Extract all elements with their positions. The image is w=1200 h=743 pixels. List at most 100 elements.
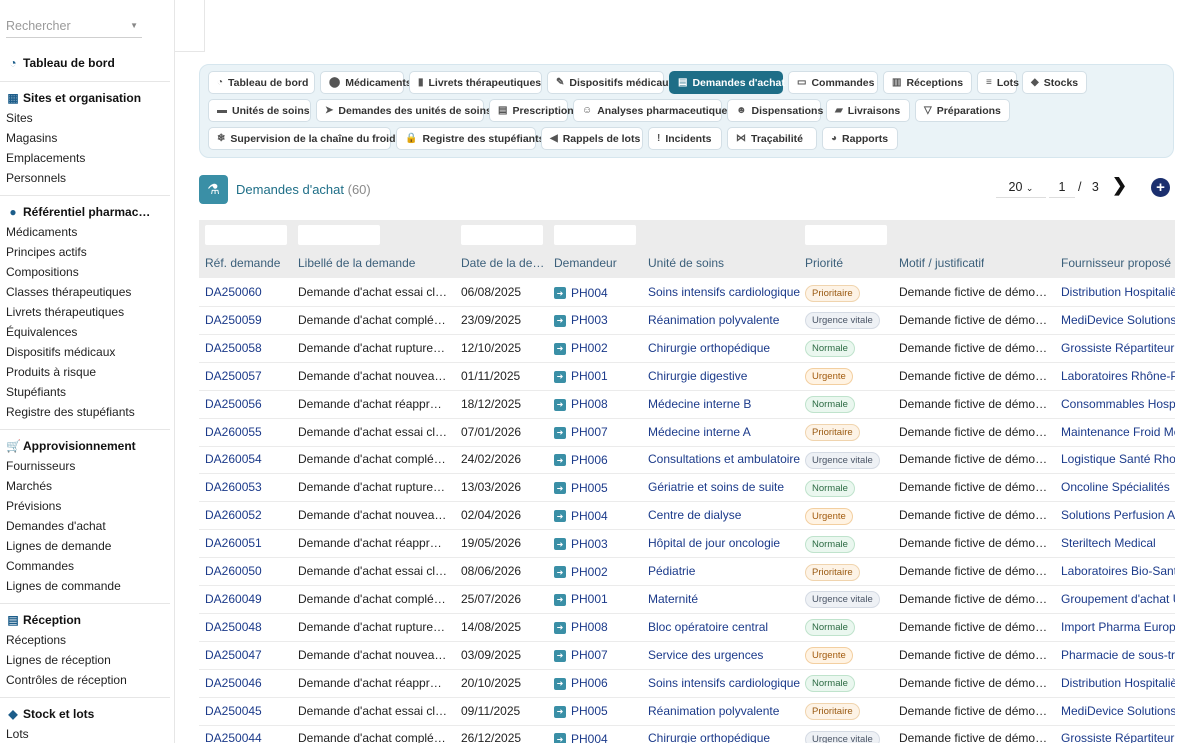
- table-row[interactable]: DA250046 Demande d'achat réapprovi… 20/10/…: [199, 670, 1175, 698]
- sidebar-item[interactable]: Marchés: [0, 476, 170, 496]
- tab-m-dicaments[interactable]: ⬤ Médicaments: [320, 71, 412, 94]
- requester[interactable]: ➜ PH004: [554, 502, 642, 530]
- sidebar-item[interactable]: Principes actifs: [0, 242, 170, 262]
- tab-lots[interactable]: ≡ Lots: [977, 71, 1019, 94]
- table-row[interactable]: DA250056 Demande d'achat réapprovi… 18/12/…: [199, 391, 1175, 419]
- care-unit-link[interactable]: Soins intensifs cardiologiques: [648, 279, 800, 307]
- tab-dispositifs-m-dicaux[interactable]: ✎ Dispositifs médicaux: [547, 71, 674, 94]
- column-header[interactable]: Libellé de la demande: [298, 256, 415, 270]
- sidebar-section-title[interactable]: ▤ Réception: [0, 610, 170, 630]
- tab-supervision-de-la-cha-ne-du-froid[interactable]: ❄ Supervision de la chaîne du froid: [208, 127, 396, 150]
- table-row[interactable]: DA260051 Demande d'achat réapprovi… 19/05/…: [199, 530, 1175, 559]
- sidebar-item[interactable]: Équivalences: [0, 322, 170, 342]
- requester-link[interactable]: PH006: [571, 670, 608, 697]
- tab-rappels-de-lots[interactable]: ◀ Rappels de lots: [541, 127, 643, 150]
- table-row[interactable]: DA260050 Demande d'achat essai clini… 08/0…: [199, 558, 1175, 586]
- column-header[interactable]: Fournisseur proposé: [1061, 256, 1171, 270]
- requester[interactable]: ➜ PH008: [554, 391, 642, 419]
- requester[interactable]: ➜ PH006: [554, 670, 642, 698]
- table-row[interactable]: DA260049 Demande d'achat complém… 25/07/20…: [199, 586, 1175, 614]
- supplier-link[interactable]: Grossiste Répartiteur A: [1061, 335, 1175, 363]
- sidebar-item[interactable]: Stupéfiants: [0, 382, 170, 402]
- supplier-link[interactable]: Logistique Santé Rhod: [1061, 446, 1175, 474]
- sidebar-item[interactable]: Commandes: [0, 556, 170, 576]
- tab-analyses-pharmaceutiques[interactable]: ☺ Analyses pharmaceutiques: [573, 99, 733, 122]
- table-row[interactable]: DA250060 Demande d'achat essai clini… 06/0…: [199, 279, 1175, 307]
- chevron-down-icon[interactable]: ▼: [130, 14, 138, 38]
- table-row[interactable]: DA250045 Demande d'achat essai clini… 09/1…: [199, 698, 1175, 726]
- requester-link[interactable]: PH005: [571, 698, 608, 725]
- requester[interactable]: ➜ PH004: [554, 279, 642, 307]
- request-ref-link[interactable]: DA250059: [205, 307, 293, 335]
- tab-rapports[interactable]: ◕ Rapports: [822, 127, 898, 150]
- sidebar-section-title[interactable]: ● Référentiel pharmac…: [0, 202, 170, 222]
- tab-pr-parations[interactable]: ▽ Préparations: [915, 99, 1010, 122]
- sidebar-item[interactable]: Sites: [0, 108, 170, 128]
- requester[interactable]: ➜ PH002: [554, 558, 642, 586]
- supplier-link[interactable]: Consommables Hospita: [1061, 391, 1175, 419]
- care-unit-link[interactable]: Hôpital de jour oncologie: [648, 530, 800, 558]
- supplier-link[interactable]: Laboratoires Rhône-Ph: [1061, 363, 1175, 391]
- request-ref-link[interactable]: DA250046: [205, 670, 293, 698]
- table-row[interactable]: DA250048 Demande d'achat rupture fo… 14/08…: [199, 614, 1175, 642]
- requester[interactable]: ➜ PH001: [554, 586, 642, 614]
- sidebar-item[interactable]: Personnels: [0, 168, 170, 188]
- sidebar-item[interactable]: Dispositifs médicaux: [0, 342, 170, 362]
- column-header[interactable]: Réf. demande: [205, 256, 280, 270]
- add-record-button[interactable]: +: [1151, 178, 1170, 197]
- sidebar-item[interactable]: Livrets thérapeutiques: [0, 302, 170, 322]
- care-unit-link[interactable]: Chirurgie orthopédique: [648, 335, 800, 363]
- sidebar-item[interactable]: Lignes de demande: [0, 536, 170, 556]
- tab-demandes-d-achat[interactable]: ▤ Demandes d'achat: [669, 71, 785, 94]
- requester-link[interactable]: PH001: [571, 363, 608, 390]
- column-header[interactable]: Priorité: [805, 256, 843, 270]
- requester[interactable]: ➜ PH006: [554, 446, 642, 474]
- request-ref-link[interactable]: DA260051: [205, 530, 293, 558]
- supplier-link[interactable]: Groupement d'achat Ur: [1061, 586, 1175, 614]
- requester-link[interactable]: PH004: [571, 280, 608, 307]
- care-unit-link[interactable]: Maternité: [648, 586, 800, 614]
- table-row[interactable]: DA250057 Demande d'achat nouveau … 01/11/2…: [199, 363, 1175, 391]
- sidebar-section-title[interactable]: 🛒 Approvisionnement: [0, 436, 170, 456]
- care-unit-link[interactable]: Service des urgences: [648, 642, 800, 670]
- sidebar-item[interactable]: Lignes de commande: [0, 576, 170, 596]
- supplier-link[interactable]: Grossiste Répartiteur A: [1061, 725, 1175, 743]
- column-header[interactable]: Demandeur: [554, 256, 617, 270]
- supplier-link[interactable]: Oncoline Spécialités: [1061, 474, 1175, 502]
- requester-link[interactable]: PH002: [571, 335, 608, 362]
- requester-link[interactable]: PH008: [571, 614, 608, 641]
- care-unit-link[interactable]: Soins intensifs cardiologiques: [648, 670, 800, 698]
- requester[interactable]: ➜ PH004: [554, 725, 642, 743]
- supplier-link[interactable]: Pharmacie de sous-trai: [1061, 642, 1175, 670]
- requester-link[interactable]: PH007: [571, 642, 608, 669]
- column-filter-input[interactable]: [205, 225, 287, 245]
- request-ref-link[interactable]: DA250044: [205, 725, 293, 743]
- column-header[interactable]: Motif / justificatif: [899, 256, 984, 270]
- care-unit-link[interactable]: Consultations et ambulatoire: [648, 446, 800, 474]
- requester-link[interactable]: PH004: [571, 726, 608, 743]
- sidebar-item[interactable]: Emplacements: [0, 148, 170, 168]
- search-select[interactable]: Rechercher ▼: [6, 14, 142, 38]
- care-unit-link[interactable]: Médecine interne A: [648, 419, 800, 447]
- table-row[interactable]: DA250059 Demande d'achat complém… 23/09/20…: [199, 307, 1175, 335]
- requester-link[interactable]: PH005: [571, 475, 608, 502]
- supplier-link[interactable]: Maintenance Froid Méd: [1061, 419, 1175, 447]
- supplier-link[interactable]: MediDevice Solutions: [1061, 698, 1175, 726]
- requester-link[interactable]: PH004: [571, 503, 608, 530]
- request-ref-link[interactable]: DA260055: [205, 419, 293, 447]
- tab-livrets-th-rapeutiques[interactable]: ▮ Livrets thérapeutiques: [409, 71, 542, 94]
- request-ref-link[interactable]: DA260054: [205, 446, 293, 474]
- request-ref-link[interactable]: DA260052: [205, 502, 293, 530]
- supplier-link[interactable]: Import Pharma Europe: [1061, 614, 1175, 642]
- request-ref-link[interactable]: DA250048: [205, 614, 293, 642]
- table-row[interactable]: DA260052 Demande d'achat nouveau … 02/04/2…: [199, 502, 1175, 531]
- column-filter-input[interactable]: [554, 225, 636, 245]
- sidebar-item[interactable]: Prévisions: [0, 496, 170, 516]
- requester-link[interactable]: PH001: [571, 586, 608, 613]
- tab-r-ceptions[interactable]: ▥ Réceptions: [883, 71, 972, 94]
- page-size-select[interactable]: 20 ⌄: [996, 176, 1046, 198]
- requester-link[interactable]: PH008: [571, 391, 608, 418]
- column-header[interactable]: Date de la de…: [461, 256, 544, 270]
- requester[interactable]: ➜ PH008: [554, 614, 642, 642]
- sidebar-dashboard[interactable]: ◔ Tableau de bord: [0, 53, 170, 73]
